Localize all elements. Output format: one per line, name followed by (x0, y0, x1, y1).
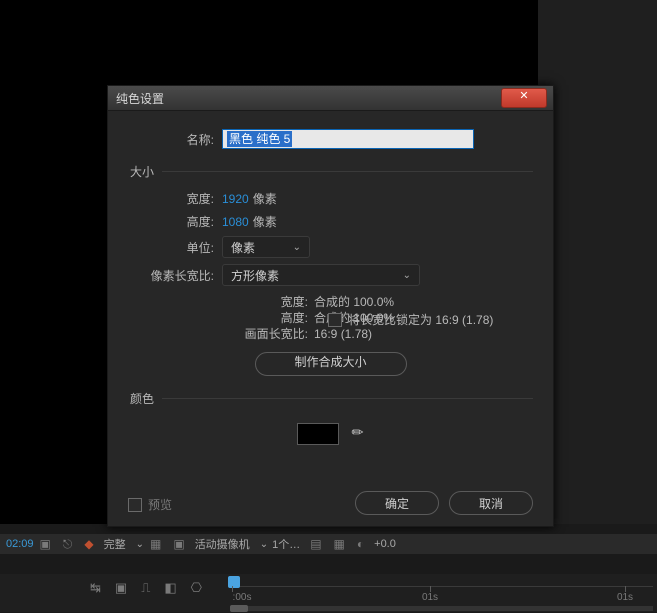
tl-icon[interactable]: ⎔ (191, 580, 202, 596)
timecode[interactable]: 02:09 (6, 538, 34, 550)
width-label: 宽度: (128, 190, 222, 207)
preview-checkbox[interactable] (128, 498, 142, 512)
fast-preview-icon[interactable]: ▤ (310, 537, 321, 551)
tl-icon[interactable]: ▣ (115, 580, 127, 596)
eyedropper-icon[interactable]: ✎ (348, 423, 368, 443)
preview-row[interactable]: 预览 (128, 496, 172, 513)
exposure-value[interactable]: +0.0 (374, 538, 396, 550)
height-label: 高度: (128, 213, 222, 230)
grid-icon[interactable]: ▦ (150, 537, 161, 551)
color-legend: 颜色 (128, 390, 162, 407)
tl-icon[interactable]: ↹ (90, 580, 101, 596)
reset-exposure-icon[interactable]: ◐ (357, 537, 364, 551)
timeline-panel: ↹ ▣ ⎍ ◧ ⎔ :00s 01s 01s (0, 574, 657, 612)
chevron-down-icon: ⌄ (260, 539, 268, 550)
width-value[interactable]: 1920 (222, 192, 249, 206)
link-icon[interactable]: ⎋ (63, 537, 73, 552)
chevron-down-icon: ⌄ (403, 270, 411, 281)
chevron-down-icon: ⌄ (136, 539, 144, 550)
viewer-toolbar: 02:09 ▣ ⎋ ◆ 完整 ⌄ ▦ ▣ 活动摄像机 ⌄ 1个… ▤ ▦ ◐ +… (0, 534, 657, 554)
make-comp-size-button[interactable]: 制作合成大小 (255, 352, 407, 376)
quality-select[interactable]: 完整 (104, 536, 126, 552)
dialog-title: 纯色设置 (116, 90, 164, 107)
par-label: 像素长宽比: (128, 267, 222, 284)
name-value: 黑色 纯色 5 (227, 131, 292, 147)
size-group: 大小 宽度: 1920 像素 高度: 1080 像素 单位: 像素 ⌄ 像素长宽… (128, 163, 533, 376)
units-value: 像素 (231, 239, 255, 256)
view-select[interactable]: 1个… (272, 536, 300, 552)
ok-button[interactable]: 确定 (355, 491, 439, 515)
width-suffix: 像素 (253, 190, 277, 207)
snapshot-icon[interactable]: ▣ (40, 537, 51, 551)
units-label: 单位: (128, 239, 222, 256)
close-icon: ✕ (519, 90, 528, 102)
close-button[interactable]: ✕ (501, 88, 547, 108)
time-ruler[interactable]: :00s 01s 01s (230, 574, 653, 612)
lock-aspect-ratio: 16:9 (1.78) (435, 313, 493, 327)
toggle-alpha-icon[interactable]: ▦ (334, 537, 345, 551)
color-swatch[interactable] (297, 423, 339, 445)
units-select[interactable]: 像素 ⌄ (222, 236, 310, 258)
zoom-knob[interactable] (230, 605, 248, 612)
solid-settings-dialog: 纯色设置 ✕ 名称: 黑色 纯色 5 大小 宽度: 1920 像素 高度: 10… (107, 85, 554, 527)
size-legend: 大小 (128, 163, 162, 180)
par-select[interactable]: 方形像素 ⌄ (222, 264, 420, 286)
camera-select[interactable]: 活动摄像机 (195, 536, 250, 552)
zoom-scrubber[interactable] (230, 606, 653, 611)
lock-aspect-label: 将长宽比锁定为 (348, 311, 432, 328)
lock-aspect-row[interactable]: 将长宽比锁定为 16:9 (1.78) (328, 311, 493, 328)
tick-label: 01s (617, 592, 633, 603)
playhead-icon[interactable] (228, 576, 240, 588)
lock-aspect-checkbox[interactable] (328, 313, 342, 327)
tl-icon[interactable]: ◧ (164, 580, 176, 596)
name-input[interactable]: 黑色 纯色 5 (222, 129, 474, 149)
chevron-down-icon: ⌄ (293, 242, 301, 253)
dialog-titlebar[interactable]: 纯色设置 ✕ (108, 86, 553, 111)
cancel-button[interactable]: 取消 (449, 491, 533, 515)
color-mgmt-icon[interactable]: ◆ (84, 537, 93, 551)
par-value: 方形像素 (231, 267, 279, 284)
tick-label: 01s (422, 592, 438, 603)
height-suffix: 像素 (253, 213, 277, 230)
tick-label: :00s (233, 592, 252, 603)
side-panel (538, 0, 657, 524)
tl-icon[interactable]: ⎍ (141, 580, 150, 596)
mask-icon[interactable]: ▣ (173, 537, 184, 551)
color-group: 颜色 ✎ (128, 390, 533, 459)
name-label: 名称: (128, 131, 222, 148)
height-value[interactable]: 1080 (222, 215, 249, 229)
preview-label: 预览 (148, 496, 172, 513)
